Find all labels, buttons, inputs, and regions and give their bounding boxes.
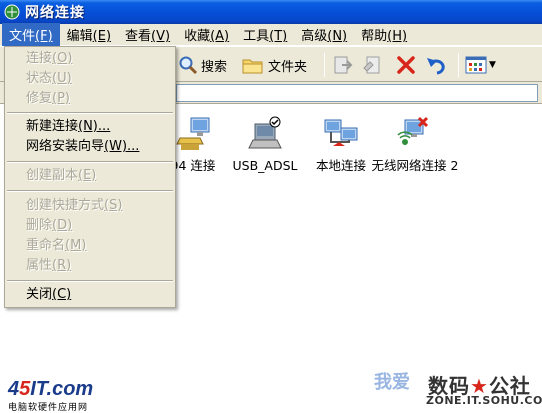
menu-item-new-connection[interactable]: 新建连接(N)... xyxy=(5,117,175,137)
menu-item-label: 重命名 xyxy=(26,238,66,253)
search-icon xyxy=(179,56,198,75)
menu-item-create-shortcut[interactable]: 创建快捷方式(S) xyxy=(5,196,175,216)
menu-bar: 文件(F) 编辑(E) 查看(V) 收藏(A) 工具(T) 高级(N) 帮助(H… xyxy=(0,23,542,46)
wireless-connection-icon xyxy=(395,114,435,154)
network-connections-icon xyxy=(4,4,20,20)
menu-file-accel: (F) xyxy=(35,29,53,44)
menu-file-label: 文件 xyxy=(9,29,36,44)
menu-item-label: 修复 xyxy=(26,91,53,106)
menu-item-delete[interactable]: 删除(D) xyxy=(5,216,175,236)
folders-button-label: 文件夹 xyxy=(268,59,308,75)
toolbar-separator xyxy=(458,53,459,77)
menu-item-close[interactable]: 关闭(C) xyxy=(5,285,175,305)
window-title: 网络连接 xyxy=(25,5,85,21)
menu-item-label: 关闭 xyxy=(26,287,53,302)
menu-separator xyxy=(7,280,173,282)
move-to-button[interactable] xyxy=(332,52,354,78)
menu-edit[interactable]: 编辑(E) xyxy=(60,23,118,46)
connection-item[interactable]: 无线网络连接 2 xyxy=(370,114,460,174)
menu-item-label: 新建连接 xyxy=(26,119,79,134)
menu-item-label: 创建副本 xyxy=(26,168,79,183)
menu-item-accel: (M) xyxy=(65,238,87,253)
menu-item-label: 创建快捷方式 xyxy=(26,198,105,213)
menu-file[interactable]: 文件(F) xyxy=(2,23,60,46)
menu-help-accel: (H) xyxy=(387,29,408,44)
watermark-text: IT.com xyxy=(30,378,94,400)
menu-item-accel: (D) xyxy=(52,218,73,233)
menu-item-repair[interactable]: 修复(P) xyxy=(5,89,175,109)
menu-item-label: 状态 xyxy=(26,71,53,86)
menu-item-properties[interactable]: 属性(R) xyxy=(5,256,175,276)
menu-edit-label: 编辑 xyxy=(66,29,93,44)
menu-item-label: 连接 xyxy=(26,51,53,66)
broadband-connection-icon xyxy=(245,114,285,154)
menu-view[interactable]: 查看(V) xyxy=(118,23,177,46)
copy-to-icon xyxy=(363,56,380,74)
menu-separator xyxy=(7,161,173,163)
views-button[interactable]: ▼ xyxy=(465,52,496,78)
watermark-text: 4 xyxy=(8,378,20,400)
menu-advanced-accel: (N) xyxy=(327,29,348,44)
chevron-down-icon: ▼ xyxy=(489,60,496,70)
menu-advanced-label: 高级 xyxy=(301,29,328,44)
menu-item-accel: (E) xyxy=(78,168,97,183)
menu-item-status[interactable]: 状态(U) xyxy=(5,69,175,89)
address-input[interactable] xyxy=(176,84,538,102)
menu-edit-accel: (E) xyxy=(92,29,112,44)
watermark-woai: 我爱 xyxy=(374,372,410,393)
lan-connection-icon xyxy=(321,114,361,154)
watermark-sohu-url: ZONE.IT.SOHU.COM xyxy=(426,394,542,407)
connection-name: 无线网络连接 2 xyxy=(371,158,459,173)
menu-view-accel: (V) xyxy=(151,29,171,44)
delete-icon xyxy=(397,56,415,74)
menu-item-accel: (U) xyxy=(52,71,72,86)
file-menu-dropdown: 连接(O) 状态(U) 修复(P) 新建连接(N)... 网络安装向导(W)..… xyxy=(4,46,176,308)
menu-view-label: 查看 xyxy=(125,29,152,44)
undo-icon xyxy=(427,58,445,75)
menu-item-connect[interactable]: 连接(O) xyxy=(5,49,175,69)
menu-item-accel: (S) xyxy=(104,198,123,213)
menu-favorites-label: 收藏 xyxy=(184,29,211,44)
menu-item-rename[interactable]: 重命名(M) xyxy=(5,236,175,256)
move-to-icon xyxy=(334,56,353,74)
search-button[interactable]: 搜索 xyxy=(178,52,227,78)
menu-help-label: 帮助 xyxy=(361,29,388,44)
network-connection-icon xyxy=(173,114,213,154)
copy-to-button[interactable] xyxy=(362,52,384,78)
menu-tools-label: 工具 xyxy=(243,29,270,44)
search-button-label: 搜索 xyxy=(201,59,228,75)
menu-item-create-copy[interactable]: 创建副本(E) xyxy=(5,166,175,186)
folders-button[interactable]: 文件夹 xyxy=(242,52,307,78)
menu-item-accel: (N)... xyxy=(78,119,111,134)
menu-tools[interactable]: 工具(T) xyxy=(236,23,294,46)
menu-item-label: 属性 xyxy=(26,258,53,273)
menu-item-accel: (R) xyxy=(52,258,72,273)
menu-separator xyxy=(7,190,173,192)
watermark-45it-logo: 45IT.com xyxy=(8,378,93,401)
folder-icon xyxy=(242,59,263,74)
menu-separator xyxy=(7,112,173,114)
views-icon xyxy=(465,56,487,74)
title-bar[interactable]: 网络连接 xyxy=(0,0,542,24)
menu-item-accel: (P) xyxy=(52,91,70,106)
menu-item-accel: (W)... xyxy=(104,139,140,154)
watermark-text: 5 xyxy=(19,378,31,400)
menu-item-network-setup-wizard[interactable]: 网络安装向导(W)... xyxy=(5,137,175,157)
menu-item-label: 删除 xyxy=(26,218,53,233)
menu-advanced[interactable]: 高级(N) xyxy=(294,23,354,46)
toolbar-separator xyxy=(324,53,325,77)
menu-item-accel: (C) xyxy=(52,287,72,302)
menu-tools-accel: (T) xyxy=(269,29,288,44)
menu-item-accel: (O) xyxy=(52,51,73,66)
menu-item-label: 网络安装向导 xyxy=(26,139,105,154)
menu-favorites-accel: (A) xyxy=(210,29,230,44)
watermark-45it-subtitle: 电脑软硬件应用网 xyxy=(8,403,89,413)
undo-button[interactable] xyxy=(425,52,447,78)
menu-help[interactable]: 帮助(H) xyxy=(354,23,414,46)
menu-favorites[interactable]: 收藏(A) xyxy=(177,23,236,46)
delete-button[interactable] xyxy=(395,52,417,78)
